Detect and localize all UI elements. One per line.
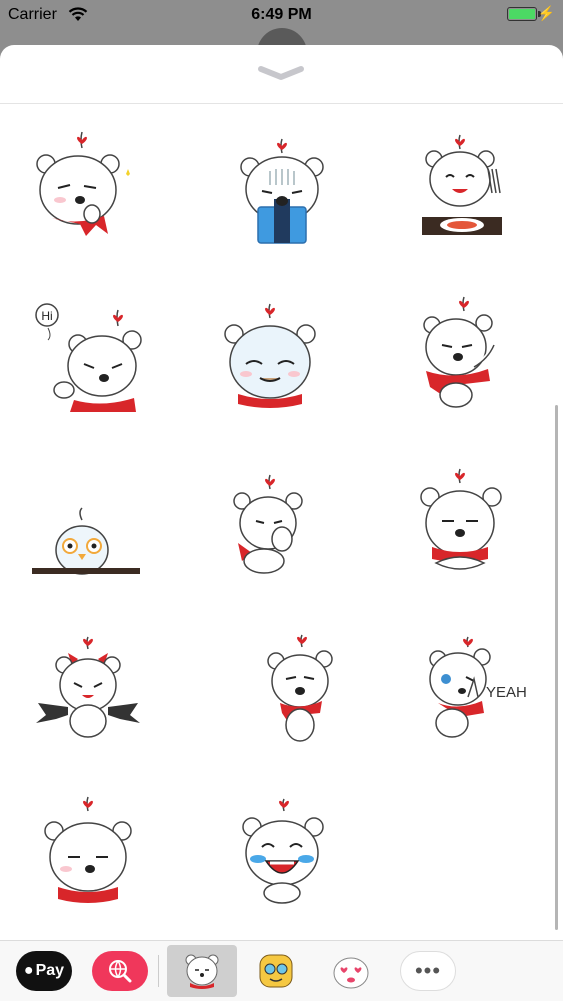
sticker-pack-heart-eyes[interactable]: [323, 951, 379, 991]
sticker-bear-hi[interactable]: Hi: [30, 300, 150, 420]
more-label: •••: [414, 958, 442, 983]
image-search-button[interactable]: [92, 951, 148, 991]
clock: 6:49 PM: [251, 6, 312, 23]
apple-pay-button[interactable]: ● Pay: [16, 951, 72, 991]
heart-eyes-pack-icon: [333, 957, 369, 989]
apple-pay-label: Pay: [35, 962, 65, 979]
battery-icon: [507, 7, 537, 21]
sticker-hi-text: Hi: [41, 309, 52, 323]
sticker-bear-thinking[interactable]: [22, 130, 142, 250]
sticker-bear-arms-crossed[interactable]: [400, 467, 520, 587]
sticker-bear-devil[interactable]: [28, 635, 148, 755]
yellow-character-pack-icon: [259, 954, 293, 988]
globe-search-icon: [109, 960, 132, 983]
sticker-bear-annoyed[interactable]: [240, 633, 360, 753]
sticker-yeah-text: YEAH: [486, 684, 527, 701]
sticker-bear-eating[interactable]: [400, 133, 520, 253]
toolbar-separator: [158, 955, 159, 987]
polar-bear-pack-icon: [185, 954, 219, 989]
status-bar: Carrier 6:49 PM ⚡: [0, 0, 563, 30]
apple-logo-icon: ●: [23, 962, 34, 979]
app-drawer-toolbar: ● Pay •••: [0, 940, 563, 1001]
sticker-bear-smirk[interactable]: [210, 300, 330, 420]
sticker-pack-polar-bear[interactable]: [167, 945, 237, 997]
sticker-sheet: Hi YEAH: [0, 45, 563, 1000]
sheet-divider: [0, 103, 563, 104]
sticker-bear-laugh-cry[interactable]: [218, 797, 338, 917]
sticker-bear-pointing[interactable]: [408, 295, 528, 415]
sticker-bear-facepalm[interactable]: [212, 473, 332, 593]
charging-icon: ⚡: [537, 5, 555, 21]
sticker-bear-gift[interactable]: [222, 137, 342, 257]
scroll-indicator[interactable]: [555, 405, 558, 930]
sticker-pack-yellow[interactable]: [248, 951, 304, 991]
collapse-chevron-icon[interactable]: [256, 63, 306, 83]
more-apps-button[interactable]: •••: [400, 951, 456, 991]
sticker-chick-peek[interactable]: [22, 490, 142, 610]
sticker-bear-smug[interactable]: [28, 795, 148, 915]
sticker-bear-yeah[interactable]: YEAH: [408, 635, 528, 755]
